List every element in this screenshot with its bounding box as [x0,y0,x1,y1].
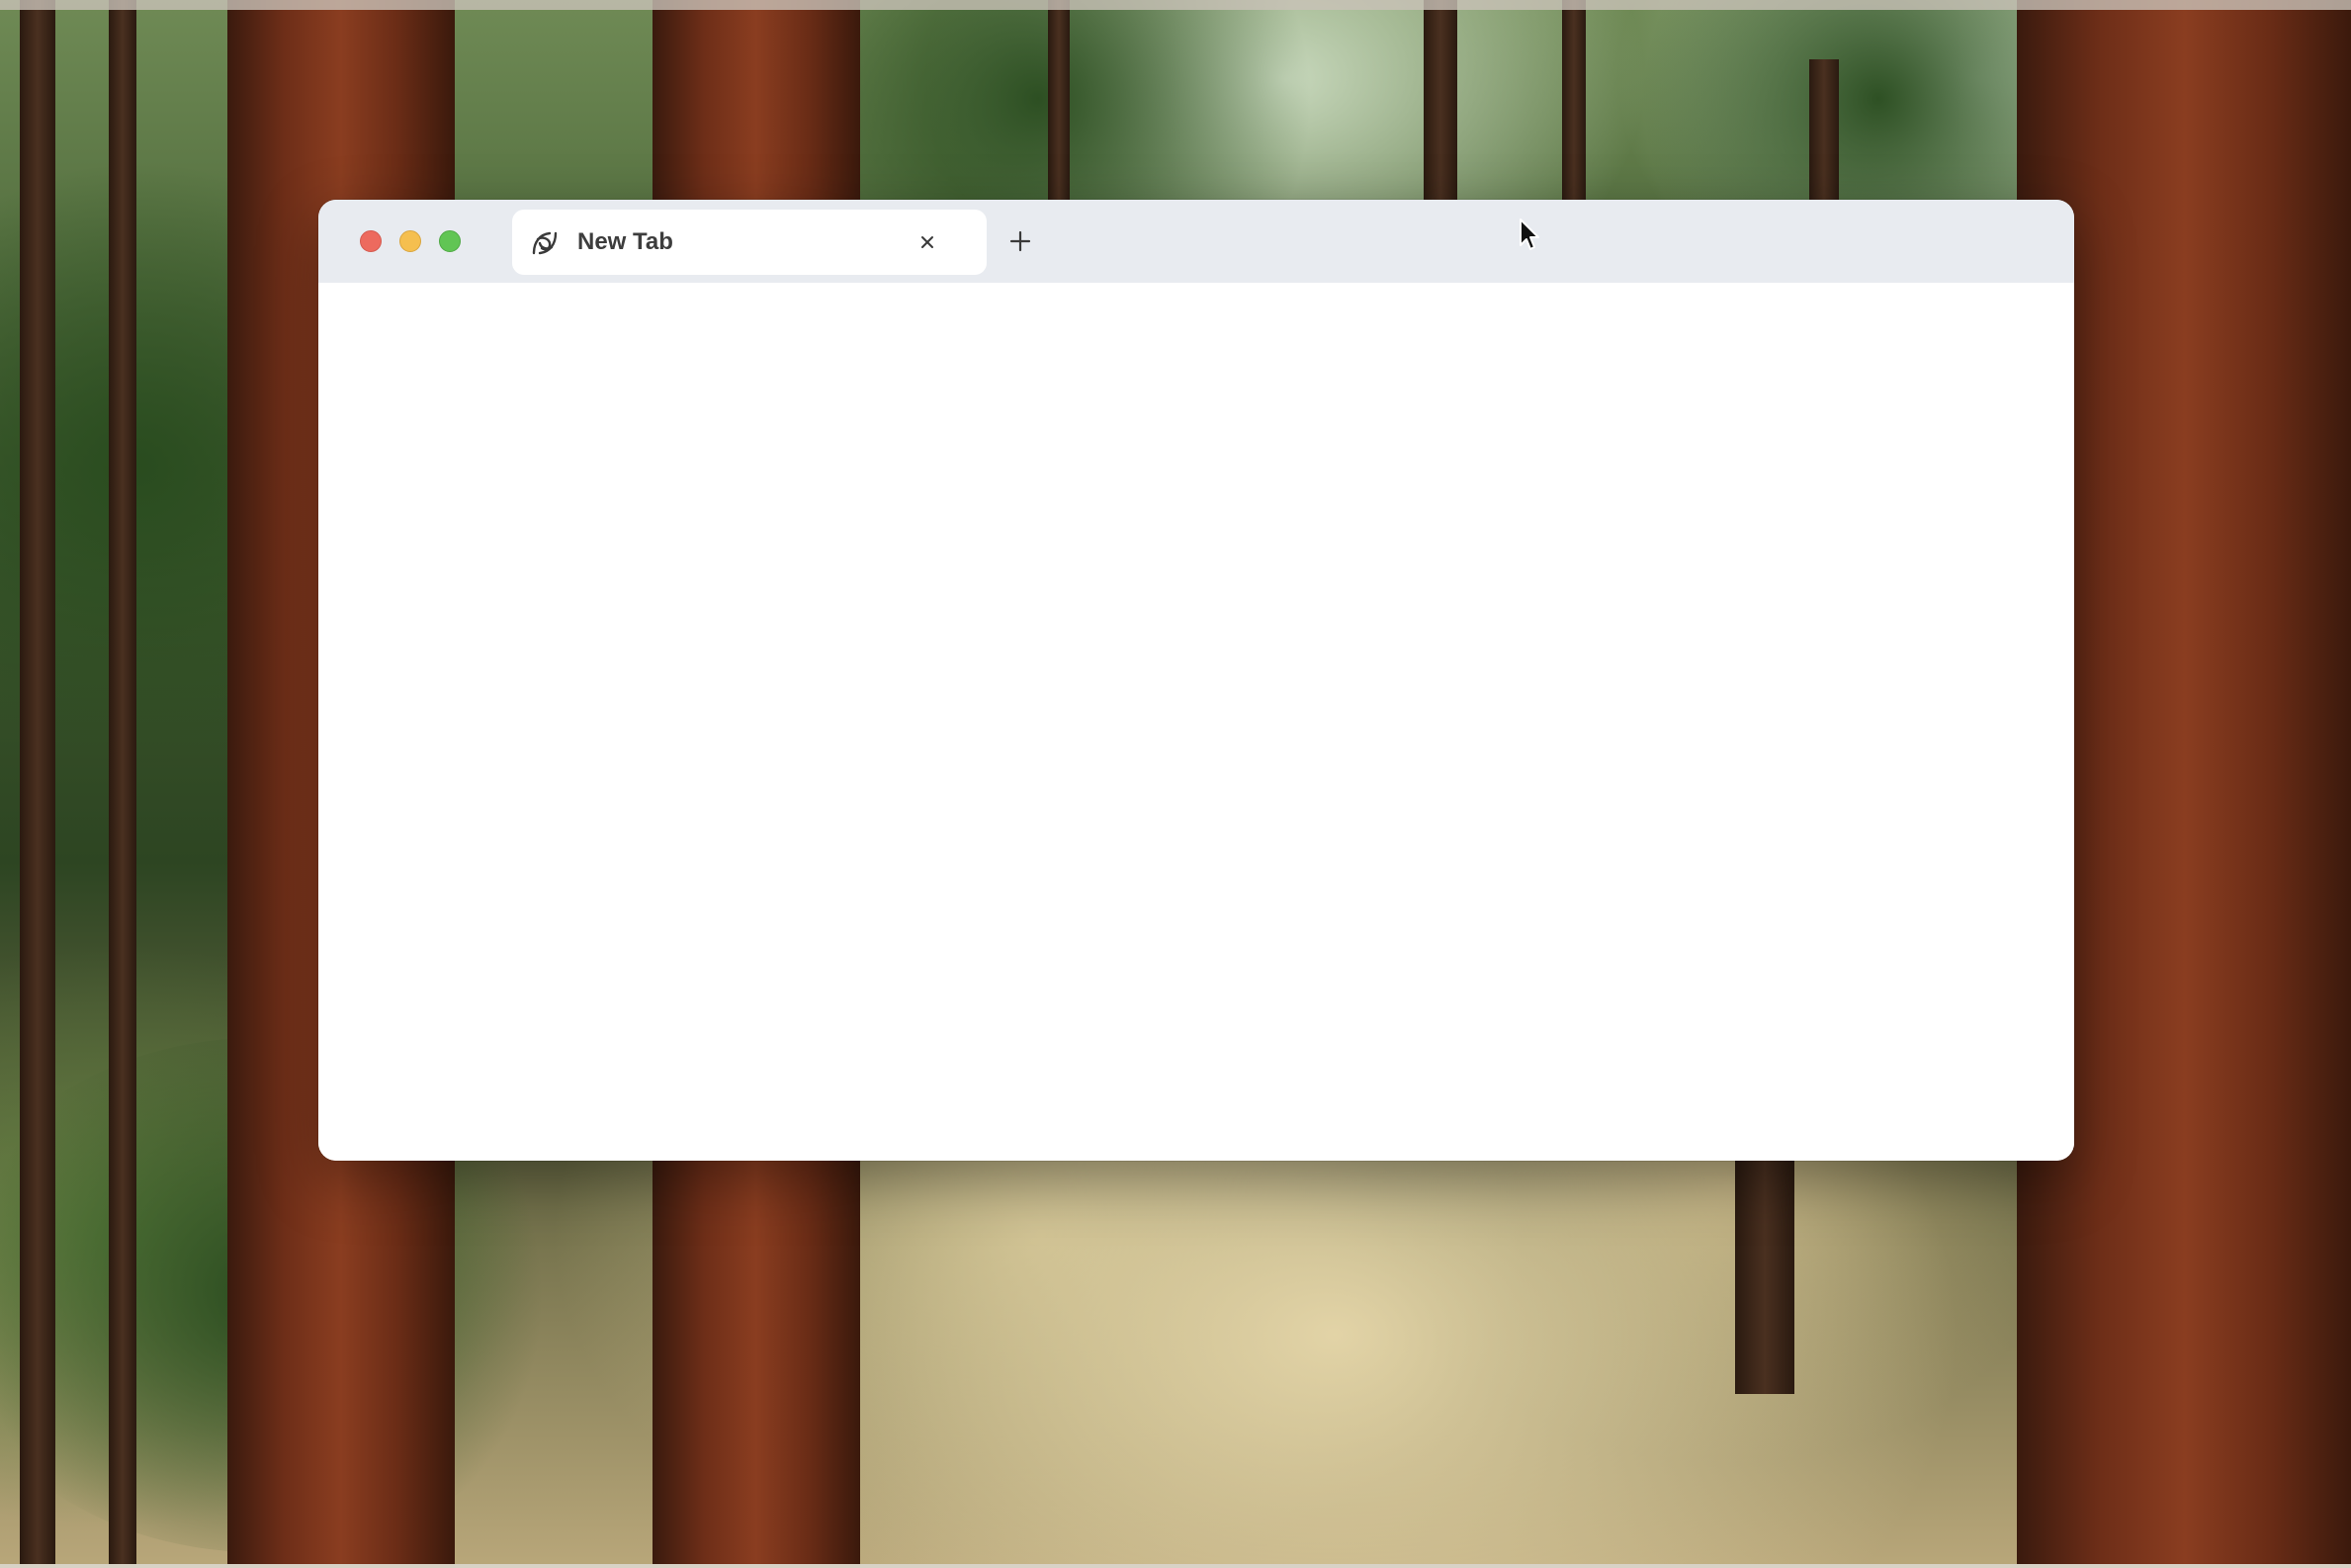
tab-bar: New Tab [318,200,2074,283]
new-tab-button[interactable] [1004,225,1036,257]
browser-window: New Tab [318,200,2074,1161]
arrow-cursor-icon [1519,218,1542,253]
dock-edge [0,1564,2351,1568]
tab-new-tab[interactable]: New Tab [512,210,987,275]
tree-trunk [1735,1157,1794,1394]
window-controls [360,230,461,252]
page-content-area[interactable] [318,283,2074,1161]
zoom-window-button[interactable] [439,230,461,252]
close-tab-button[interactable] [915,230,939,254]
tree-trunk [1048,0,1070,218]
menu-bar-edge [0,0,2351,10]
browser-logo-icon [530,228,560,258]
tree-trunk [1809,59,1839,218]
tree-trunk [109,0,136,1568]
minimize-window-button[interactable] [399,230,421,252]
plus-icon [1009,230,1031,252]
tab-title: New Tab [577,228,673,255]
tree-trunk [1562,0,1586,218]
tree-trunk [20,0,55,1568]
close-icon [921,236,933,248]
close-window-button[interactable] [360,230,382,252]
tree-trunk [1424,0,1457,218]
